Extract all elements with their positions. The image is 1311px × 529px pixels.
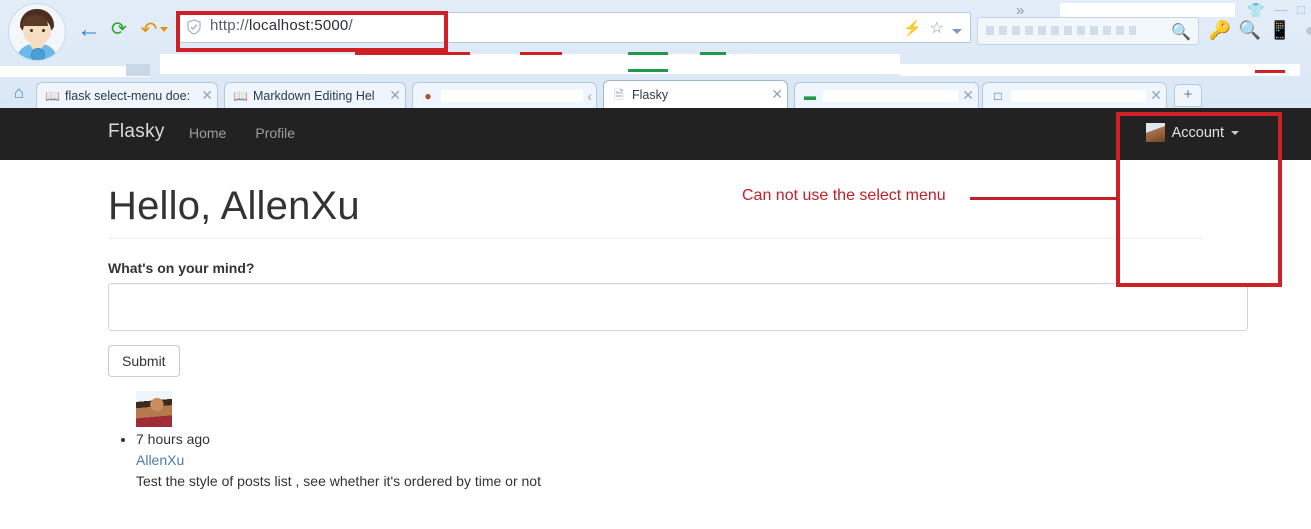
- annotation-note: Can not use the select menu: [742, 187, 946, 204]
- magnifier-page-icon[interactable]: 🔍: [1238, 18, 1262, 42]
- tab-redacted-3[interactable]: □ ✕: [982, 82, 1167, 108]
- site-brand[interactable]: Flasky: [108, 121, 165, 143]
- site-nav-links: Home Profile: [189, 125, 295, 141]
- caret-down-icon: [1231, 130, 1239, 135]
- address-bar-url[interactable]: http://localhost:5000/: [210, 17, 353, 34]
- tab-redacted-1[interactable]: ● ‹: [412, 82, 597, 108]
- tab-close-icon[interactable]: ✕: [1150, 87, 1162, 104]
- undo-arrow-icon[interactable]: ↶: [136, 17, 162, 43]
- lightning-icon[interactable]: ⚡: [903, 19, 922, 37]
- posts-list: 7 hours ago AllenXu Test the style of po…: [108, 391, 1203, 492]
- bookmark-chip-green-2: [700, 52, 726, 55]
- post-author-link[interactable]: AllenXu: [136, 450, 1203, 471]
- compose-textarea[interactable]: [108, 283, 1248, 331]
- reload-icon[interactable]: ⟳: [106, 17, 132, 43]
- tab-flask-select-menu[interactable]: 📖 flask select-menu doe: ✕: [36, 82, 218, 108]
- close-button[interactable]: ✕: [1305, 1, 1311, 19]
- tab-title-redacted: [1011, 89, 1147, 102]
- post-item: 7 hours ago AllenXu Test the style of po…: [136, 391, 1203, 492]
- star-icon[interactable]: ☆: [930, 18, 944, 38]
- tab-title: flask select-menu doe:: [65, 88, 191, 103]
- browser-chrome: ← ⟳ ↶ http://localhost:5000/ ⚡ ☆ 🔍 🔑 🔍 📱: [0, 0, 1311, 109]
- favicon-redacted: ▬: [804, 88, 816, 103]
- browser-toolbar: ← ⟳ ↶ http://localhost:5000/ ⚡ ☆ 🔍 🔑 🔍 📱: [0, 0, 1311, 61]
- nav-link-profile[interactable]: Profile: [255, 125, 295, 141]
- back-arrow-icon[interactable]: ←: [76, 17, 102, 43]
- chevron-down-icon[interactable]: [952, 28, 962, 34]
- undo-dropdown-caret-icon[interactable]: [160, 27, 168, 32]
- url-suffix: /: [348, 17, 353, 34]
- avatar-eye-left: [30, 29, 33, 32]
- favicon-redacted: ●: [424, 88, 432, 103]
- book-icon: 📖: [233, 88, 248, 103]
- tab-close-icon[interactable]: ✕: [201, 87, 213, 104]
- tab-redacted-2[interactable]: ▬ ✕: [794, 82, 979, 108]
- tab-strip: ⌂ 📖 flask select-menu doe: ✕ 📖 Markdown …: [0, 78, 1311, 109]
- shield-check-icon: [187, 19, 201, 35]
- bookmark-chip-green-3: [628, 69, 668, 72]
- more-icon[interactable]: ●: [1298, 18, 1311, 42]
- send-to-device-icon[interactable]: 📱: [1268, 18, 1292, 42]
- tab-markdown-editing-help[interactable]: 📖 Markdown Editing Hel ✕: [224, 82, 406, 108]
- tab-scroll-icon[interactable]: ‹: [587, 88, 592, 104]
- post-timestamp: 7 hours ago: [136, 431, 210, 447]
- bookmark-redacted-2: [900, 64, 1300, 76]
- url-host: localhost:5000: [248, 17, 349, 34]
- address-bar-icons: ⚡ ☆: [903, 18, 962, 38]
- address-bar[interactable]: http://localhost:5000/ ⚡ ☆: [176, 12, 971, 43]
- compose-label: What's on your mind?: [108, 260, 255, 276]
- bookmark-chip-red-3: [1255, 70, 1285, 73]
- url-prefix: http://: [210, 17, 249, 34]
- avatar-fringe: [22, 15, 48, 26]
- page-title: Hello, AllenXu: [108, 184, 360, 228]
- home-icon[interactable]: ⌂: [8, 83, 30, 103]
- favicon-redacted: □: [994, 88, 1002, 103]
- tab-flasky[interactable]: 🗎 Flasky ✕: [603, 80, 788, 108]
- search-input-redacted-value: [986, 26, 1136, 35]
- annotation-leader-line: [970, 197, 1118, 200]
- bookmarks-bar[interactable]: [0, 52, 1311, 78]
- avatar-eye-right: [42, 29, 45, 32]
- post-body: Test the style of posts list , see wheth…: [136, 473, 541, 489]
- site-navbar: Flasky Home Profile Account: [0, 108, 1311, 160]
- account-label: Account: [1171, 124, 1224, 141]
- search-input[interactable]: 🔍: [977, 17, 1199, 45]
- search-icon[interactable]: 🔍: [1171, 22, 1191, 42]
- tab-title-redacted: [823, 89, 959, 102]
- tab-close-icon[interactable]: ✕: [771, 86, 783, 103]
- post-avatar[interactable]: [136, 391, 172, 427]
- tab-title: Markdown Editing Hel: [253, 88, 375, 103]
- tab-title-redacted: [441, 89, 584, 102]
- bookmark-chip-green-1: [628, 52, 668, 55]
- bookmark-redacted-1: [160, 54, 900, 74]
- page-content: Flasky Home Profile Account Hello, Allen…: [0, 108, 1311, 529]
- account-avatar: [1145, 123, 1165, 142]
- bookmark-chip-red-1: [355, 52, 470, 55]
- new-tab-button[interactable]: +: [1174, 84, 1202, 107]
- nav-link-home[interactable]: Home: [189, 125, 226, 141]
- tab-close-icon[interactable]: ✕: [389, 87, 401, 104]
- key-icon[interactable]: 🔑: [1208, 18, 1232, 42]
- tab-title: Flasky: [632, 87, 669, 102]
- bookmark-icon-placeholder: [126, 64, 150, 76]
- page-icon: 🗎: [614, 87, 624, 102]
- bookmark-chip-red-2: [520, 52, 562, 55]
- tab-close-icon[interactable]: ✕: [962, 87, 974, 104]
- overflow-chevron-icon[interactable]: »: [1016, 2, 1024, 19]
- account-dropdown[interactable]: Account: [1145, 123, 1239, 142]
- skin-icon[interactable]: 👕: [1243, 1, 1269, 19]
- window-title-redacted: [1060, 3, 1235, 17]
- page-container: Hello, AllenXu What's on your mind? Subm…: [0, 160, 1311, 492]
- book-icon: 📖: [45, 88, 60, 103]
- submit-button[interactable]: Submit: [108, 345, 180, 377]
